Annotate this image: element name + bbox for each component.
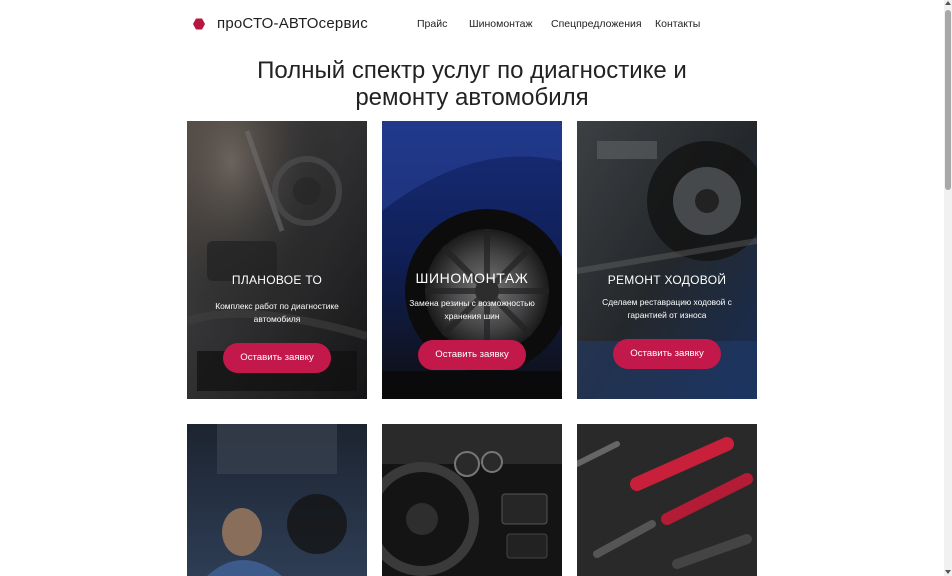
nav-link-price[interactable]: Прайс: [417, 18, 447, 30]
service-card-tire-service[interactable]: ШИНОМОНТАЖ Замена резины с возможностью …: [382, 121, 562, 399]
site-header: проСТО-АВТОсервис Прайс Шиномонтаж Спецп…: [0, 0, 944, 50]
page-title: Полный спектр услуг по диагностике и рем…: [257, 57, 687, 111]
service-card-suspension-repair[interactable]: РЕМОНТ ХОДОВОЙ Сделаем реставрацию ходов…: [577, 121, 757, 399]
card-title: ШИНОМОНТАЖ: [415, 270, 529, 286]
nav-link-contacts[interactable]: Контакты: [655, 18, 700, 30]
vertical-scrollbar[interactable]: [944, 0, 952, 576]
scroll-up-arrow-icon[interactable]: [945, 1, 951, 5]
service-card-row2-1[interactable]: [187, 424, 367, 576]
card-title: РЕМОНТ ХОДОВОЙ: [607, 273, 727, 287]
car-interior-photo: [382, 424, 562, 576]
service-card-row2-2[interactable]: [382, 424, 562, 576]
service-card-maintenance[interactable]: ПЛАНОВОЕ ТО Комплекс работ по диагностик…: [187, 121, 367, 399]
card-description: Комплекс работ по диагностике автомобиля: [215, 301, 339, 324]
logo-text[interactable]: проСТО-АВТОсервис: [217, 15, 368, 32]
nav-link-tire-service[interactable]: Шиномонтаж: [469, 18, 533, 30]
card-description: Замена резины с возможностью хранения ши…: [409, 298, 535, 321]
hexagon-logo-icon[interactable]: [193, 18, 205, 30]
service-card-row2-3[interactable]: [577, 424, 757, 576]
scroll-down-arrow-icon[interactable]: [945, 570, 951, 574]
nav-link-special-offers[interactable]: Спецпредложения: [551, 18, 642, 30]
scrollbar-thumb[interactable]: [945, 10, 951, 190]
card-description: Сделаем реставрацию ходовой с гарантией …: [602, 297, 732, 320]
request-button[interactable]: Оставить заявку: [418, 340, 526, 370]
mechanic-photo: [187, 424, 367, 576]
tools-photo: [577, 424, 757, 576]
request-button[interactable]: Оставить заявку: [613, 339, 721, 369]
card-title: ПЛАНОВОЕ ТО: [231, 273, 323, 287]
request-button[interactable]: Оставить заявку: [223, 343, 331, 373]
